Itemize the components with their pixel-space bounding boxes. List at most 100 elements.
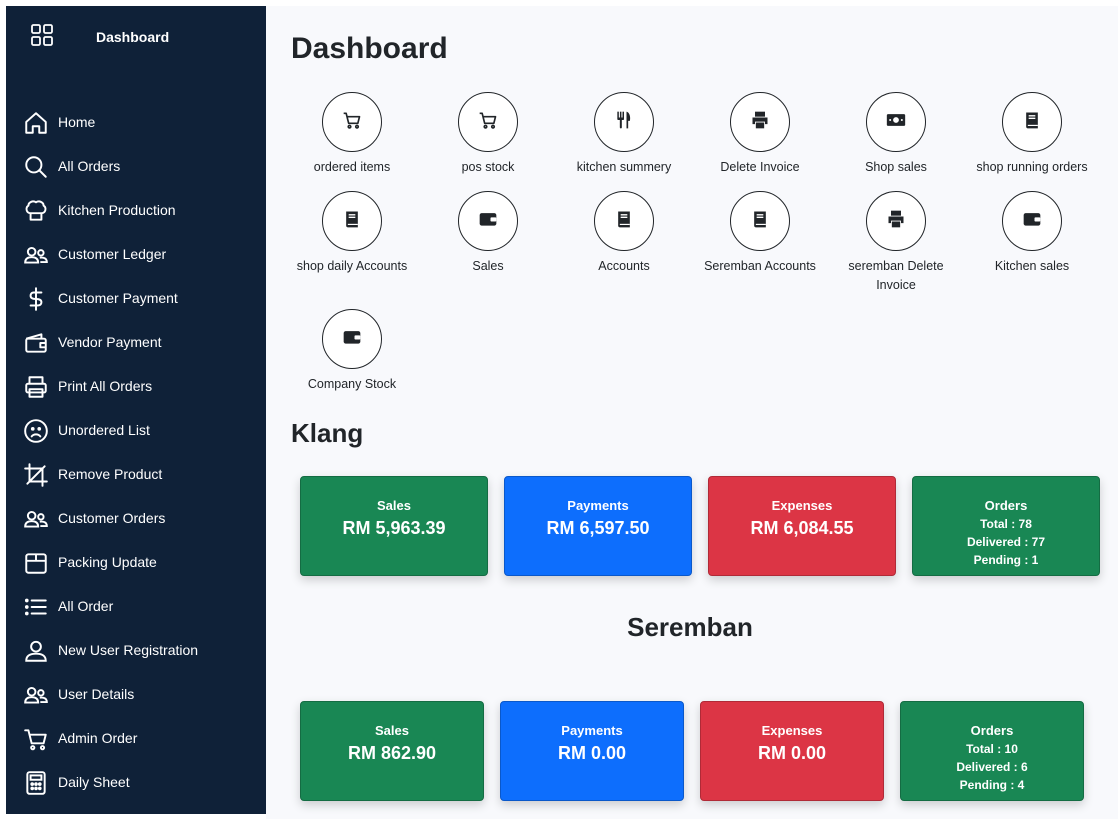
sidebar-item-customer-orders[interactable]: Customer Orders [6, 496, 266, 540]
quick-link-ordered-items[interactable]: ordered items [284, 92, 420, 177]
book-icon [750, 209, 770, 234]
quick-link-sales[interactable]: Sales [420, 191, 556, 276]
card-value: RM 0.00 [757, 743, 827, 763]
crop-icon [23, 462, 49, 488]
sidebar-item-remove-product[interactable]: Remove Product [6, 452, 266, 496]
sidebar-item-label: Remove Product [58, 466, 163, 482]
section-title-klang: Klang [291, 418, 364, 448]
users-icon [23, 506, 49, 532]
wallet-icon [23, 330, 49, 356]
sidebar-brand[interactable]: Dashboard [6, 6, 266, 68]
sidebar-item-label: Kitchen Production [58, 202, 176, 218]
sidebar-item-unordered-list[interactable]: Unordered List [6, 408, 266, 452]
card-value: RM 5,963.39 [342, 518, 446, 538]
sidebar-item-kitchen-production[interactable]: Kitchen Production [6, 188, 266, 232]
seremban-expenses-card: Expenses RM 0.00 [700, 701, 884, 801]
card-title: Sales [375, 723, 409, 738]
sidebar-item-daily-sheet[interactable]: Daily Sheet [6, 760, 266, 804]
card-value: RM 862.90 [347, 743, 437, 763]
list-icon [23, 594, 49, 620]
orders-delivered: Delivered : 77 [966, 535, 1046, 549]
quick-link-label: Seremban Accounts [704, 259, 816, 273]
quick-link-pos-stock[interactable]: pos stock [420, 92, 556, 177]
quick-link-label: Company Stock [307, 377, 397, 391]
sidebar-item-all-order[interactable]: All Order [6, 584, 266, 628]
sidebar-item-label: User Details [58, 686, 135, 702]
wallet-icon [1022, 209, 1042, 234]
sidebar-item-label: All Order [58, 598, 114, 614]
quick-link-kitchen-summery[interactable]: kitchen summery [556, 92, 692, 177]
quick-link-label: seremban Delete Invoice [848, 259, 944, 292]
card-title: Expenses [771, 498, 833, 513]
sidebar-item-label: Vendor Payment [58, 334, 162, 350]
sidebar-item-vendor-payment[interactable]: Vendor Payment [6, 320, 266, 364]
quick-link-label: shop running orders [976, 160, 1088, 174]
orders-pending: Pending : 4 [959, 778, 1025, 792]
calculator-icon [23, 770, 49, 796]
utensils-icon [614, 110, 634, 135]
quick-link-company-stock[interactable]: Company Stock [284, 309, 420, 394]
orders-total: Total : 10 [966, 742, 1018, 756]
quick-link-label: kitchen summery [576, 160, 672, 174]
quick-link-seremban-accounts[interactable]: Seremban Accounts [692, 191, 828, 276]
quick-link-label: Shop sales [865, 160, 927, 174]
quick-link-kitchen-sales[interactable]: Kitchen sales [964, 191, 1100, 276]
quick-link-label: Accounts [598, 259, 650, 273]
user-icon [23, 638, 49, 664]
card-title: Orders [984, 498, 1028, 513]
box-icon [23, 550, 49, 576]
klang-payments-card: Payments RM 6,597.50 [504, 476, 692, 576]
card-title: Payments [567, 498, 629, 513]
klang-orders-card: Orders Total : 78 Delivered : 77 Pending… [912, 476, 1100, 576]
orders-pending: Pending : 1 [973, 553, 1039, 567]
orders-total: Total : 78 [980, 517, 1032, 531]
main-content: Dashboard ordered items pos stock kitche… [266, 6, 1118, 819]
sidebar-item-print-all-orders[interactable]: Print All Orders [6, 364, 266, 408]
seremban-orders-card: Orders Total : 10 Delivered : 6 Pending … [900, 701, 1084, 801]
sidebar-item-all-orders[interactable]: All Orders [6, 144, 266, 188]
quick-link-shop-running-orders[interactable]: shop running orders [964, 92, 1100, 177]
sidebar-item-home[interactable]: Home [6, 100, 266, 144]
cart-icon [478, 110, 498, 135]
card-value: RM 0.00 [557, 743, 627, 763]
card-title: Expenses [761, 723, 823, 738]
cart-icon [342, 110, 362, 135]
sidebar-item-new-user-registration[interactable]: New User Registration [6, 628, 266, 672]
search-icon [23, 154, 49, 180]
page-title: Dashboard [291, 32, 448, 65]
quick-link-shop-sales[interactable]: Shop sales [828, 92, 964, 177]
quick-link-label: Kitchen sales [994, 259, 1070, 273]
sidebar-item-label: Customer Ledger [58, 246, 167, 262]
sidebar-item-label: Admin Order [58, 730, 138, 746]
sidebar-item-customer-ledger[interactable]: Customer Ledger [6, 232, 266, 276]
card-title: Payments [561, 723, 623, 738]
sidebar-item-user-details[interactable]: User Details [6, 672, 266, 716]
quick-link-seremban-delete-invoice[interactable]: seremban Delete Invoice [828, 191, 964, 295]
sidebar-item-admin-order[interactable]: Admin Order [6, 716, 266, 760]
sidebar-nav: Home All Orders Kitchen Production Custo… [6, 100, 266, 804]
sidebar-item-label: Packing Update [58, 554, 157, 570]
card-title: Sales [377, 498, 411, 513]
sidebar-item-label: Home [58, 114, 96, 130]
money-icon [886, 110, 906, 135]
quick-link-shop-daily-accounts[interactable]: shop daily Accounts [284, 191, 420, 276]
dollar-icon [23, 286, 49, 312]
chef-hat-icon [23, 198, 49, 224]
cart-icon [23, 726, 49, 752]
quick-link-accounts[interactable]: Accounts [556, 191, 692, 276]
sidebar-item-label: Print All Orders [58, 378, 153, 394]
quick-link-delete-invoice[interactable]: Delete Invoice [692, 92, 828, 177]
card-value: RM 6,084.55 [750, 518, 854, 538]
book-icon [342, 209, 362, 234]
book-icon [1022, 110, 1042, 135]
wallet-icon [342, 327, 362, 352]
klang-expenses-card: Expenses RM 6,084.55 [708, 476, 896, 576]
sidebar-brand-title: Dashboard [96, 29, 170, 45]
klang-sales-card: Sales RM 5,963.39 [300, 476, 488, 576]
sidebar-item-customer-payment[interactable]: Customer Payment [6, 276, 266, 320]
home-icon [23, 110, 49, 136]
quick-link-label: pos stock [461, 160, 515, 174]
sidebar-item-packing-update[interactable]: Packing Update [6, 540, 266, 584]
quick-link-label: Delete Invoice [720, 160, 800, 174]
printer-icon [750, 110, 770, 135]
